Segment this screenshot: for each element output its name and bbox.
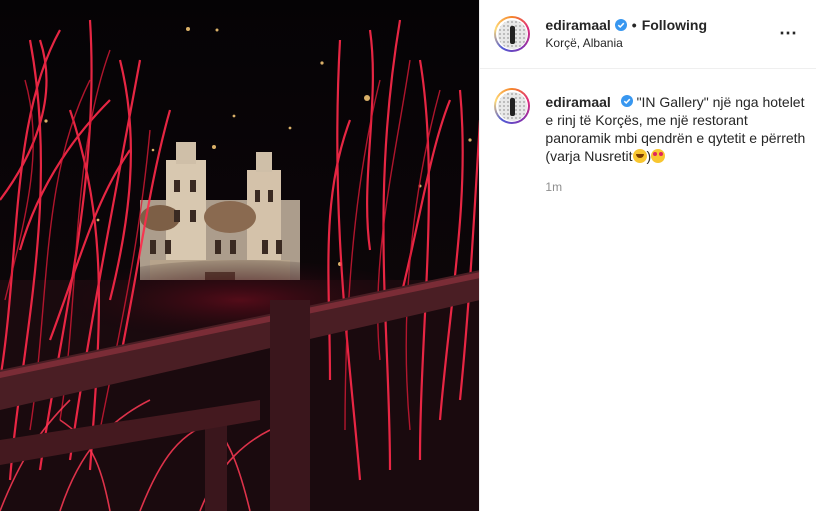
caption-timestamp[interactable]: 1m	[545, 180, 562, 194]
post-photo[interactable]	[0, 0, 480, 511]
avatar[interactable]	[494, 16, 531, 52]
verified-badge-icon	[620, 95, 633, 107]
verified-badge-icon	[614, 19, 627, 31]
post-dialog: ediramaal • Following Korçë, Albania ⋯ e…	[0, 0, 816, 511]
post-side-panel: ediramaal • Following Korçë, Albania ⋯ e…	[479, 0, 816, 511]
photo-canvas	[0, 0, 480, 511]
header-text: ediramaal • Following Korçë, Albania	[545, 16, 707, 50]
separator-dot: •	[631, 17, 637, 33]
caption-text: ediramaal "IN Gallery" një nga hotelet e…	[545, 93, 813, 165]
username-link[interactable]: ediramaal	[545, 16, 610, 34]
post-header: ediramaal • Following Korçë, Albania ⋯	[480, 0, 816, 69]
laughing-face-icon	[632, 149, 647, 163]
heart-eyes-face-icon	[651, 149, 666, 163]
following-button[interactable]: Following	[642, 16, 707, 34]
caption-username-link[interactable]: ediramaal	[545, 94, 610, 110]
more-options-icon[interactable]: ⋯	[779, 24, 798, 42]
location-link[interactable]: Korçë, Albania	[545, 36, 707, 50]
avatar[interactable]	[494, 88, 531, 124]
